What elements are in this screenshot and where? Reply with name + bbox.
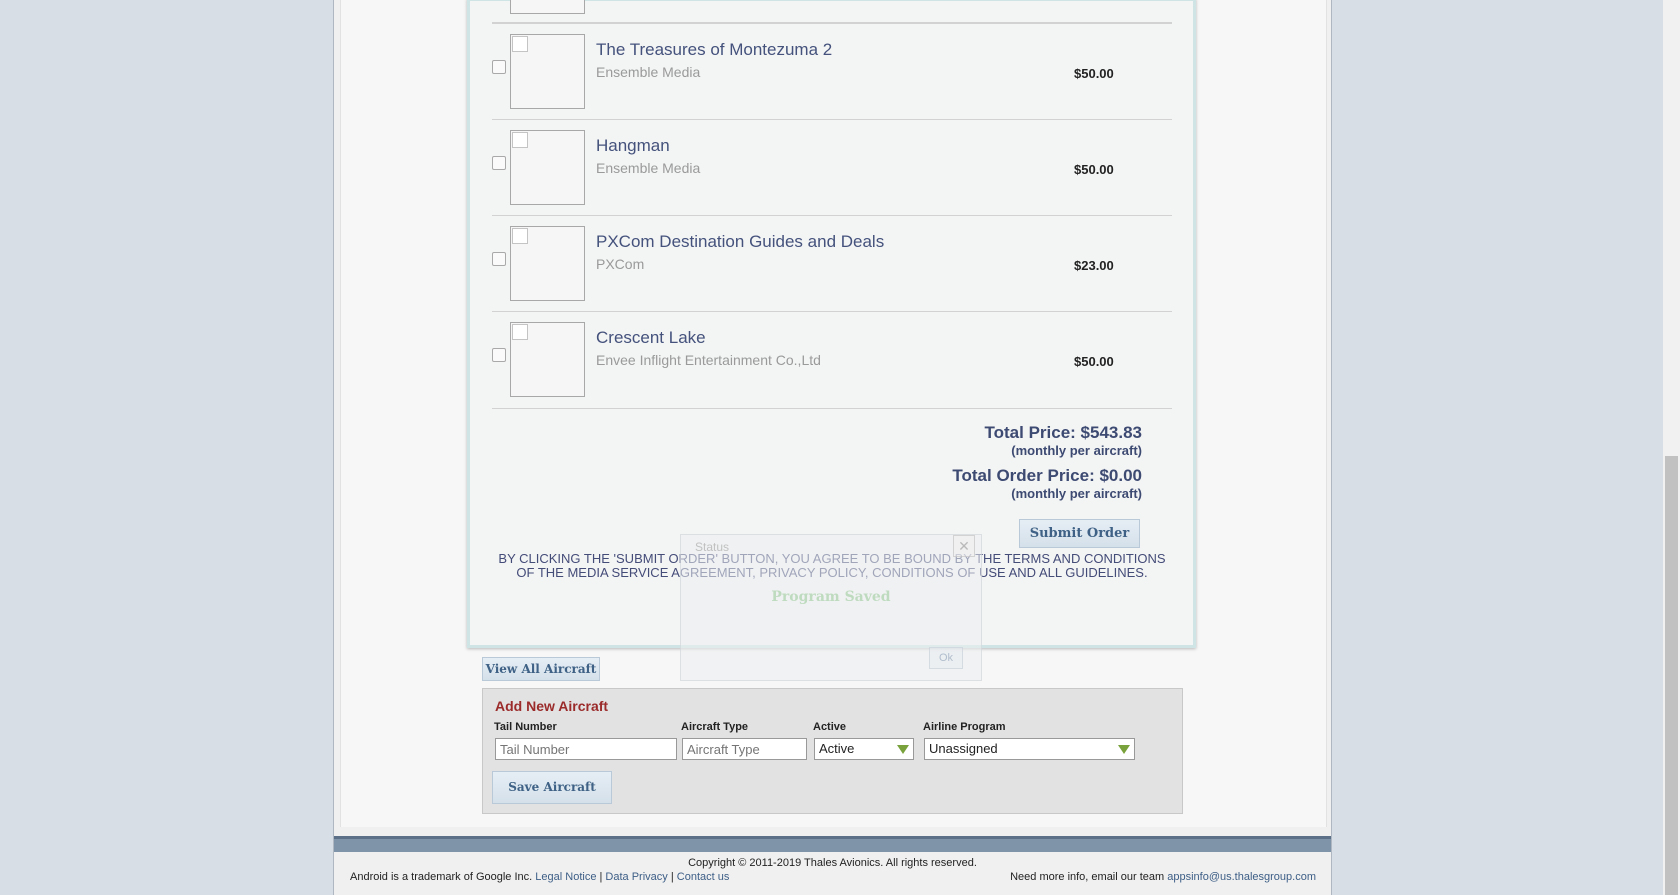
legal-notice-link[interactable]: Legal Notice (535, 871, 596, 883)
broken-image-icon (512, 228, 528, 244)
email-link[interactable]: appsinfo@us.thalesgroup.com (1167, 871, 1316, 883)
ok-button[interactable]: Ok (929, 647, 963, 669)
dropdown-arrow-icon (897, 745, 909, 754)
list-item: Crescent Lake Envee Inflight Entertainme… (492, 311, 1172, 409)
footer-left: Android is a trademark of Google Inc. Le… (350, 871, 729, 883)
tail-number-label: Tail Number (494, 721, 557, 733)
active-select-value: Active (819, 741, 855, 756)
active-label: Active (813, 721, 847, 733)
active-select[interactable]: Active (814, 738, 914, 760)
app-thumbnail (510, 226, 585, 301)
broken-image-icon (512, 324, 528, 340)
save-aircraft-button[interactable]: Save Aircraft (492, 771, 612, 804)
item-price: $50.00 (1074, 354, 1114, 369)
dialog-title: Status (695, 540, 730, 554)
data-privacy-link[interactable]: Data Privacy (605, 871, 667, 883)
app-thumbnail (510, 322, 585, 397)
total-order-note: (monthly per aircraft) (1011, 486, 1142, 501)
aircraft-type-input[interactable] (682, 738, 807, 760)
footer-right: Need more info, email our team appsinfo@… (1010, 871, 1316, 883)
total-order-price-block: Total Order Price: $0.00 (monthly per ai… (952, 466, 1142, 501)
tail-number-input[interactable] (495, 738, 677, 760)
footer-separator: | (667, 871, 677, 883)
contact-us-link[interactable]: Contact us (677, 871, 730, 883)
android-note: Android is a trademark of Google Inc. (350, 871, 533, 883)
dropdown-arrow-icon (1118, 745, 1130, 754)
add-aircraft-form: Add New Aircraft Tail Number Aircraft Ty… (482, 688, 1183, 814)
item-title[interactable]: The Treasures of Montezuma 2 (596, 40, 832, 60)
total-order-price: Total Order Price: $0.00 (952, 466, 1142, 485)
item-checkbox[interactable] (492, 60, 506, 74)
item-title[interactable]: Crescent Lake (596, 328, 706, 348)
list-item: Hangman Ensemble Media $50.00 (492, 119, 1172, 216)
total-price-block: Total Price: $543.83 (monthly per aircra… (985, 423, 1143, 458)
item-vendor: PXCom (596, 256, 645, 272)
scrollbar-thumb[interactable] (1665, 456, 1678, 895)
view-all-aircraft-button[interactable]: View All Aircraft (482, 657, 600, 681)
list-item: PXCom Destination Guides and Deals PXCom… (492, 215, 1172, 312)
aircraft-type-label: Aircraft Type (681, 721, 749, 733)
airline-program-select[interactable]: Unassigned (924, 738, 1135, 760)
item-price: $50.00 (1074, 66, 1114, 81)
item-vendor: Ensemble Media (596, 64, 701, 80)
item-price: $23.00 (1074, 258, 1114, 273)
broken-image-icon (512, 132, 528, 148)
submit-order-button[interactable]: Submit Order (1019, 519, 1140, 548)
scrollbar[interactable] (1663, 0, 1680, 895)
footer: Copyright © 2011-2019 Thales Avionics. A… (334, 852, 1331, 895)
item-checkbox[interactable] (492, 156, 506, 170)
item-checkbox[interactable] (492, 252, 506, 266)
info-text: Need more info, email our team (1010, 871, 1165, 883)
close-icon[interactable]: ✕ (953, 535, 975, 557)
total-price: Total Price: $543.83 (984, 423, 1143, 442)
add-aircraft-heading: Add New Aircraft (495, 698, 609, 714)
app-thumbnail (510, 34, 585, 109)
airline-program-value: Unassigned (929, 741, 998, 756)
item-price: $50.00 (1074, 162, 1114, 177)
airline-program-label: Airline Program (923, 721, 1006, 733)
broken-image-icon (512, 36, 528, 52)
copyright-text: Copyright © 2011-2019 Thales Avionics. A… (688, 857, 977, 869)
item-vendor: Ensemble Media (596, 160, 701, 176)
list-item (492, 0, 1172, 23)
item-title[interactable]: PXCom Destination Guides and Deals (596, 232, 884, 252)
item-vendor: Envee Inflight Entertainment Co.,Ltd (596, 352, 821, 368)
app-thumbnail (510, 130, 585, 205)
item-checkbox[interactable] (492, 348, 506, 362)
app-thumbnail (510, 0, 585, 14)
status-dialog: Status ✕ Program Saved Ok (680, 534, 982, 681)
dialog-message: Program Saved (771, 589, 891, 605)
item-title[interactable]: Hangman (596, 136, 670, 156)
total-price-note: (monthly per aircraft) (1011, 443, 1142, 458)
list-item: The Treasures of Montezuma 2 Ensemble Me… (492, 23, 1172, 120)
